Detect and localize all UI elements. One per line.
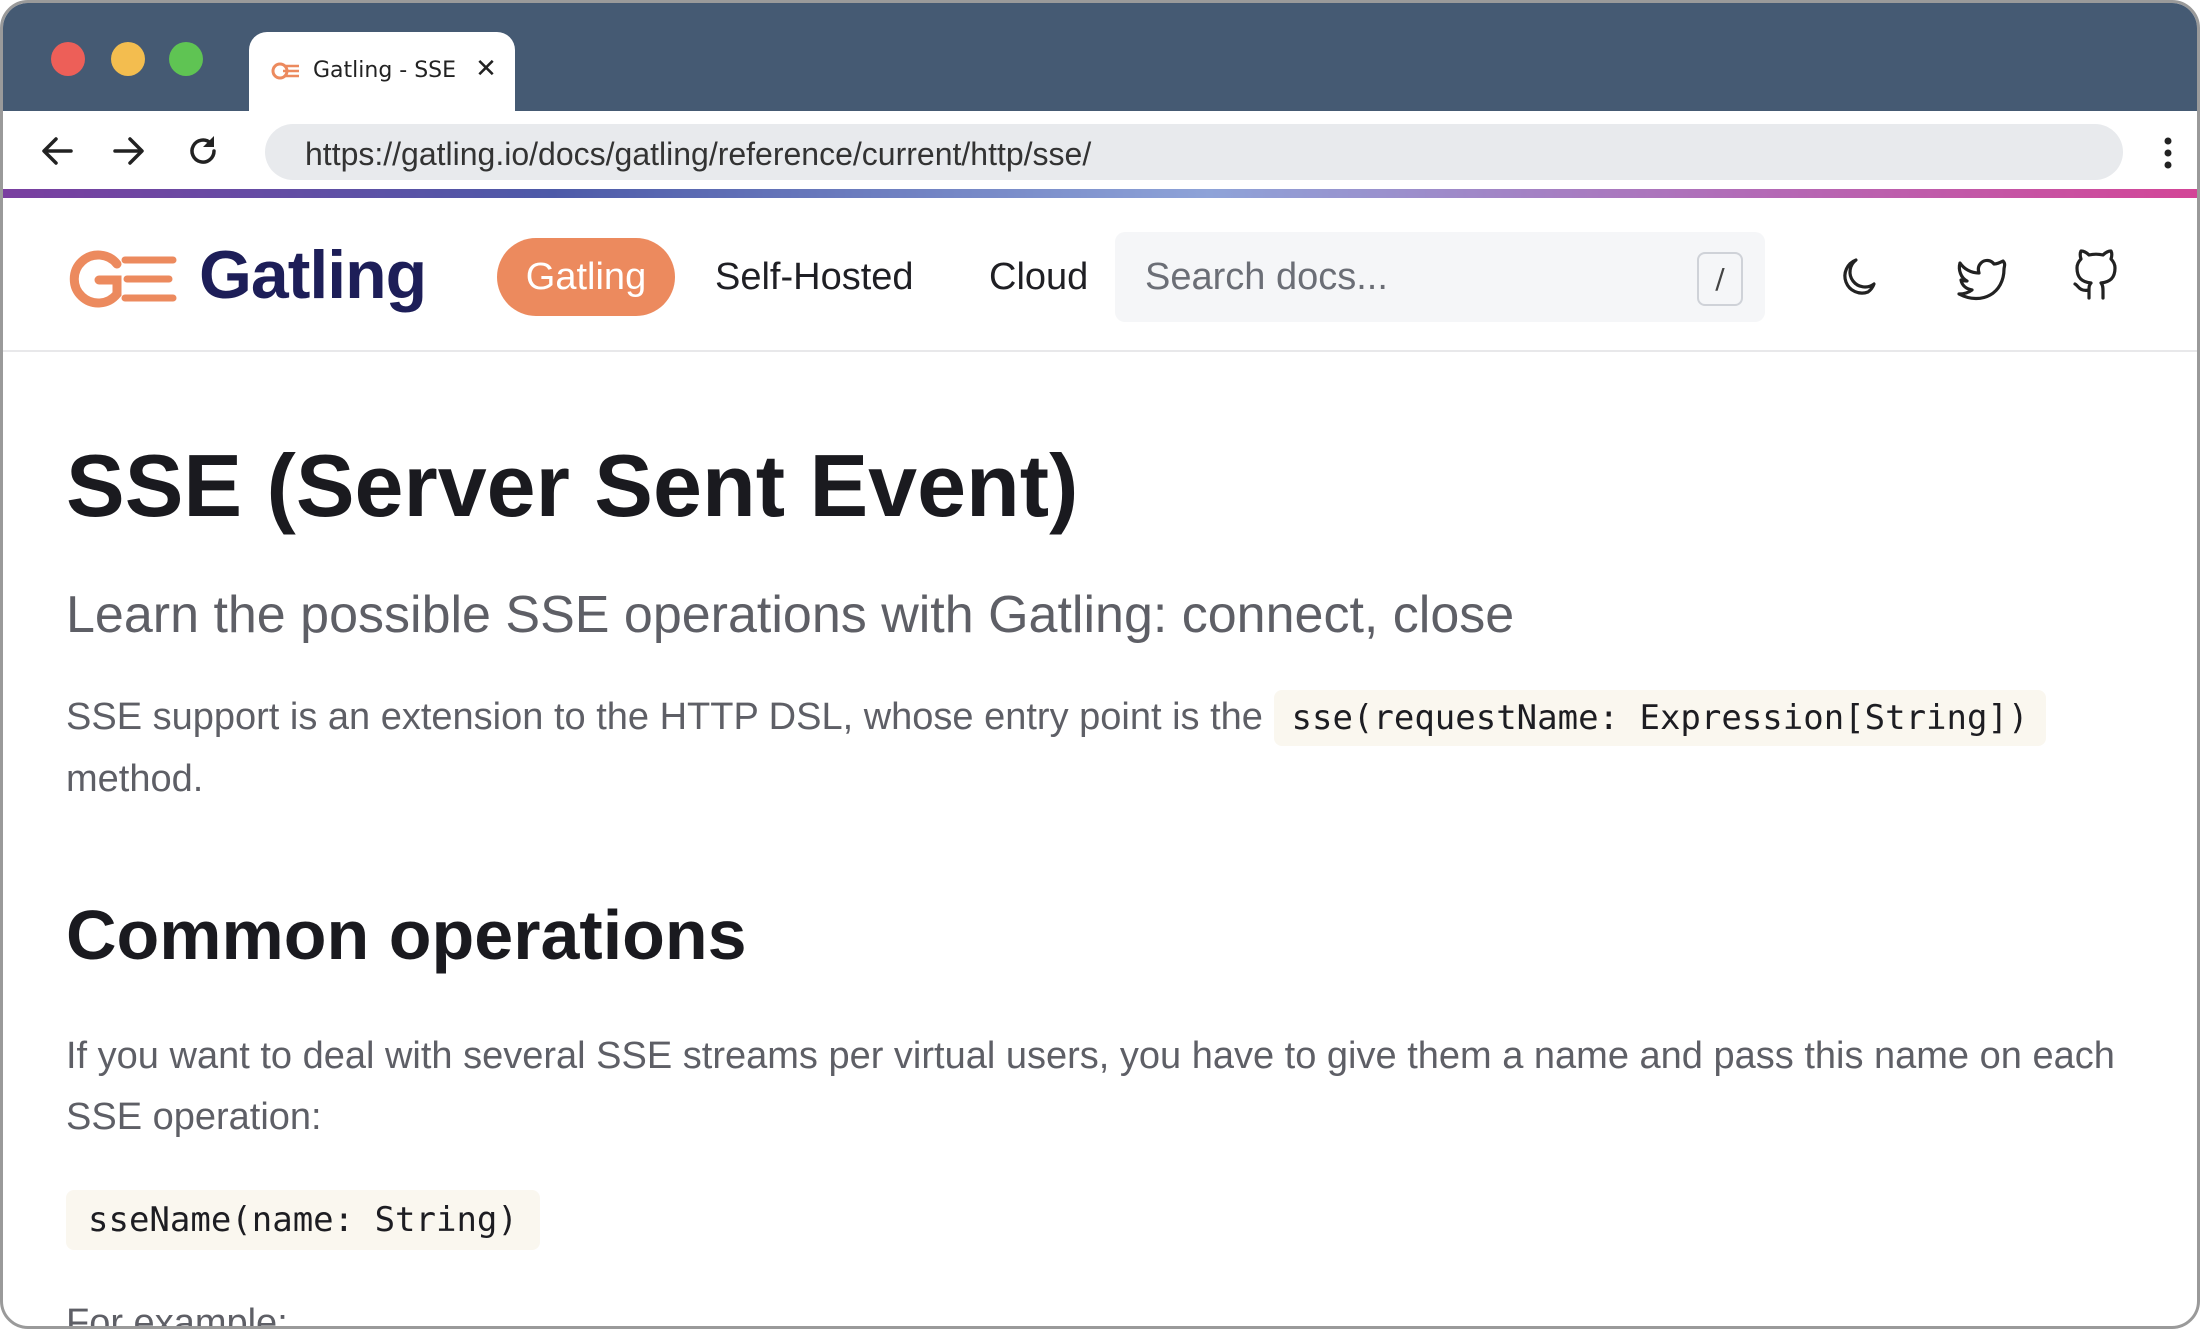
inline-code-sse: sse(requestName: Expression[String]) (1273, 690, 2047, 746)
reload-icon (190, 136, 216, 164)
page-title: SSE (Server Sent Event) (66, 436, 1079, 535)
title-bar: Gatling - SSE ✕ (3, 3, 2197, 111)
intro-suffix: method. (66, 758, 204, 800)
code-block: sseName(name: String) (66, 1190, 540, 1250)
example-text: For example: (66, 1302, 288, 1329)
theme-toggle-button[interactable] (1830, 248, 1888, 306)
twitter-icon (1957, 258, 2007, 301)
maximize-window-button[interactable] (169, 42, 203, 76)
arrow-left-icon (42, 137, 73, 165)
twitter-link[interactable] (1953, 248, 2011, 306)
address-bar[interactable]: https://gatling.io/docs/gatling/referenc… (265, 124, 2123, 180)
tab-title: Gatling - SSE (313, 58, 457, 83)
search-placeholder: Search docs... (1145, 256, 1388, 298)
intro-paragraph: SSE support is an extension to the HTTP … (66, 687, 2126, 810)
minimize-window-button[interactable] (111, 42, 145, 76)
intro-text: SSE support is an extension to the HTTP … (66, 696, 1263, 738)
section-heading: Common operations (66, 896, 747, 974)
browser-toolbar: https://gatling.io/docs/gatling/referenc… (3, 111, 2197, 191)
section-paragraph: If you want to deal with several SSE str… (66, 1035, 2115, 1138)
search-shortcut-key: / (1697, 252, 1743, 306)
more-menu-icon[interactable] (2161, 133, 2175, 173)
page-lead: Learn the possible SSE operations with G… (66, 586, 1515, 644)
nav-self-hosted[interactable]: Self-Hosted (715, 256, 914, 299)
github-link[interactable] (2067, 248, 2125, 306)
arrow-right-icon (113, 137, 144, 165)
search-input[interactable]: Search docs... / (1115, 232, 1765, 322)
nav-gatling-active[interactable]: Gatling (497, 238, 675, 316)
browser-window: Gatling - SSE ✕ https://gatling.io/docs/… (0, 0, 2200, 1329)
logo-text[interactable]: Gatling (199, 236, 427, 314)
close-window-button[interactable] (51, 42, 85, 76)
nav-cloud[interactable]: Cloud (989, 256, 1088, 299)
url-text: https://gatling.io/docs/gatling/referenc… (305, 136, 1092, 172)
tab-close-icon[interactable]: ✕ (471, 54, 501, 84)
back-button[interactable] (37, 131, 77, 171)
gatling-logo-icon[interactable] (65, 248, 177, 310)
reload-button[interactable] (183, 131, 223, 171)
gatling-favicon-icon (271, 62, 299, 80)
tab-gatling-sse[interactable]: Gatling - SSE ✕ (249, 32, 515, 111)
forward-button[interactable] (109, 131, 149, 171)
header-gradient-bar (3, 189, 2197, 198)
github-icon (2073, 249, 2117, 300)
site-header: Gatling Gatling Self-Hosted Cloud Search… (3, 198, 2197, 352)
moon-icon (1843, 258, 1876, 295)
